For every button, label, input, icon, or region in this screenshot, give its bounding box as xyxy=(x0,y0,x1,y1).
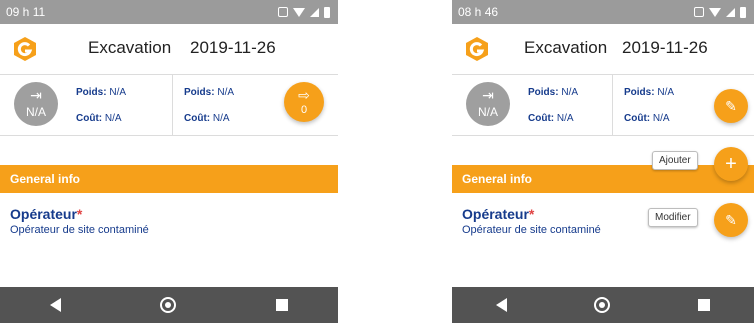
status-icons xyxy=(278,6,330,18)
status-time: 09 h 11 xyxy=(6,5,46,19)
operator-value[interactable]: Opérateur de site contaminé xyxy=(462,224,601,236)
arrow-in-icon: ⇥ xyxy=(482,87,494,103)
poids-right: Poids: N/A xyxy=(184,87,235,98)
home-icon[interactable] xyxy=(160,297,177,313)
back-icon[interactable] xyxy=(49,298,61,312)
signal-icon xyxy=(310,7,319,17)
nav-bar xyxy=(452,287,754,323)
recent-icon[interactable] xyxy=(698,299,711,311)
vibrate-icon xyxy=(694,7,704,17)
cout-right: Coût: N/A xyxy=(184,113,230,124)
nav-bar xyxy=(0,287,338,323)
summary-divider xyxy=(172,75,173,135)
cout-left: Coût: N/A xyxy=(76,113,122,124)
cout-left: Coût: N/A xyxy=(528,113,574,124)
poids-right: Poids: N/A xyxy=(624,87,675,98)
output-edit-button[interactable]: ✎ xyxy=(714,89,748,123)
page-date: 2019-11-26 xyxy=(622,38,708,57)
recent-icon[interactable] xyxy=(276,299,289,311)
poids-left: Poids: N/A xyxy=(76,87,127,98)
phone-screen-1: 09 h 11 Excavation 2019-11-26 ⇥ N/A Poid… xyxy=(0,0,338,323)
operator-label: Opérateur* xyxy=(10,206,83,222)
add-button[interactable]: + xyxy=(714,147,748,181)
status-time: 08 h 46 xyxy=(458,5,499,19)
section-header: General info xyxy=(0,165,338,193)
arrow-out-icon: ⇨ xyxy=(298,87,310,103)
input-avatar[interactable]: ⇥ N/A xyxy=(466,82,510,126)
summary-panel: ⇥ N/A Poids: N/A Coût: N/A Poids: N/A Co… xyxy=(0,74,338,136)
page-title: Excavation xyxy=(524,38,608,57)
edit-icon: ✎ xyxy=(725,212,737,228)
wifi-icon xyxy=(293,7,305,17)
section-header: General info xyxy=(452,165,754,193)
summary-panel: ⇥ N/A Poids: N/A Coût: N/A Poids: N/A Co… xyxy=(452,74,754,136)
edit-icon: ✎ xyxy=(725,98,737,114)
back-icon[interactable] xyxy=(495,298,507,312)
app-bar: Excavation 2019-11-26 xyxy=(452,24,754,74)
operator-label: Opérateur* xyxy=(462,206,535,222)
summary-divider xyxy=(612,75,613,135)
home-icon[interactable] xyxy=(594,297,611,313)
phone-screen-2: 08 h 46 Excavation 2019-11-26 ⇥ N/A Poid… xyxy=(452,0,754,323)
page-title: Excavation xyxy=(88,38,172,57)
status-bar: 09 h 11 xyxy=(0,0,338,24)
cout-right: Coût: N/A xyxy=(624,113,670,124)
plus-icon: + xyxy=(725,153,737,175)
status-icons xyxy=(694,6,746,18)
add-chip[interactable]: Ajouter xyxy=(652,151,698,170)
edit-button[interactable]: ✎ xyxy=(714,203,748,237)
poids-left: Poids: N/A xyxy=(528,87,579,98)
signal-icon xyxy=(726,7,735,17)
status-bar: 08 h 46 xyxy=(452,0,754,24)
logo-icon xyxy=(466,37,488,61)
logo-icon xyxy=(14,37,36,61)
app-bar: Excavation 2019-11-26 xyxy=(0,24,338,74)
page-date: 2019-11-26 xyxy=(190,38,276,57)
output-button[interactable]: ⇨ 0 xyxy=(284,82,324,122)
battery-icon xyxy=(324,6,330,18)
vibrate-icon xyxy=(278,7,288,17)
arrow-in-icon: ⇥ xyxy=(30,87,42,103)
battery-icon xyxy=(740,6,746,18)
edit-chip[interactable]: Modifier xyxy=(648,208,698,227)
operator-value[interactable]: Opérateur de site contaminé xyxy=(10,224,149,236)
input-avatar[interactable]: ⇥ N/A xyxy=(14,82,58,126)
wifi-icon xyxy=(709,7,721,17)
